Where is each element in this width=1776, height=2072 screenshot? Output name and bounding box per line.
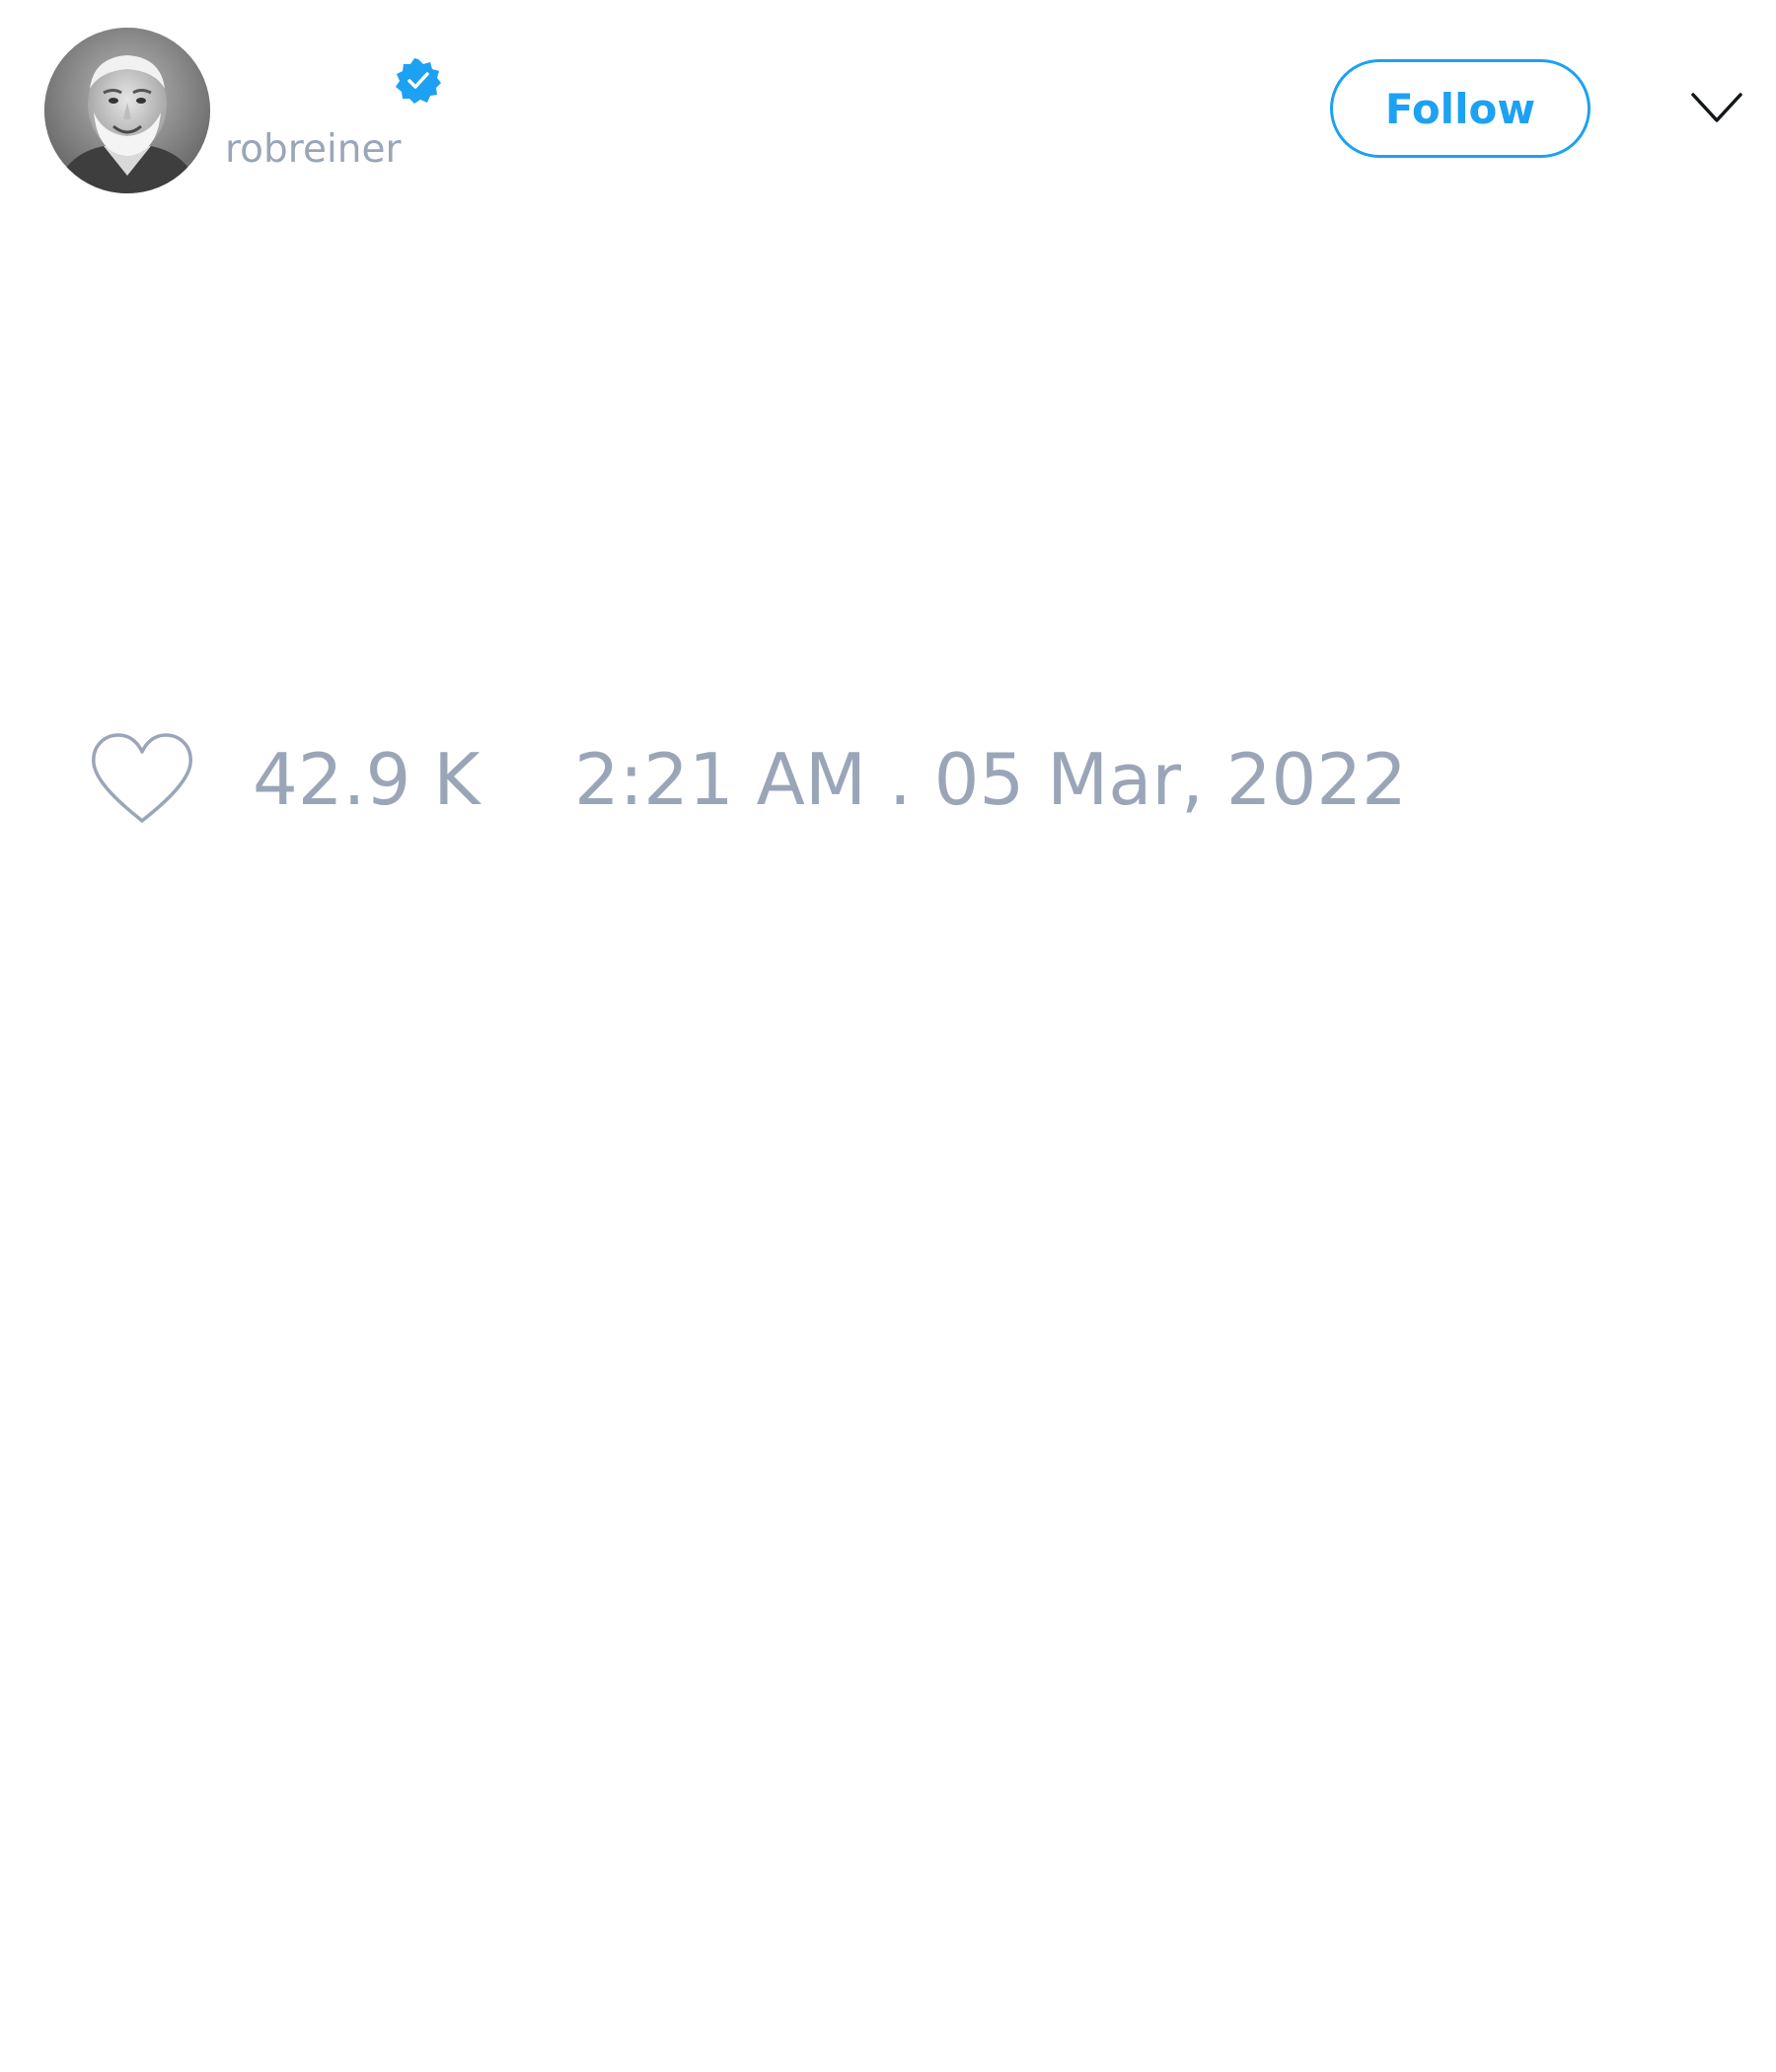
chevron-down-icon[interactable] xyxy=(1689,89,1744,128)
tweet-timestamp[interactable]: 2:21 AM . 05 Mar, 2022 xyxy=(574,740,1407,819)
tweet-card: robreiner Follow 42.9 K 2:21 AM . 05 Mar… xyxy=(0,0,1776,2072)
verified-badge-icon xyxy=(395,57,442,105)
avatar-photo xyxy=(44,28,210,193)
tweet-meta-row: 42.9 K 2:21 AM . 05 Mar, 2022 xyxy=(0,720,1776,839)
tweet-header: robreiner Follow xyxy=(0,0,1776,207)
user-handle[interactable]: robreiner xyxy=(225,124,402,176)
avatar[interactable] xyxy=(44,28,210,193)
follow-button[interactable]: Follow xyxy=(1330,59,1591,158)
heart-outline-icon[interactable] xyxy=(89,730,195,829)
like-count: 42.9 K xyxy=(253,738,481,821)
